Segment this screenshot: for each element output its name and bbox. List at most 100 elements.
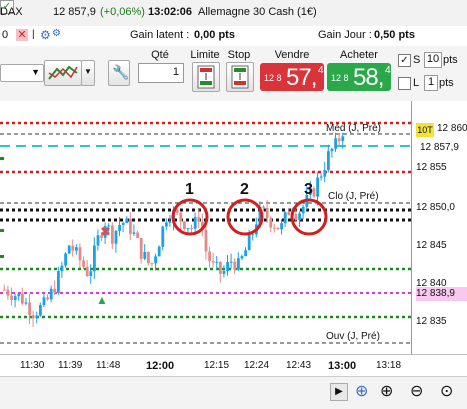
limit-checkbox[interactable] (398, 77, 411, 90)
stop-order-button[interactable] (226, 62, 254, 92)
candle-body (111, 225, 114, 244)
candle-body (211, 261, 215, 263)
candle-body (269, 217, 273, 228)
price-tag-high: 12 860 (437, 123, 467, 134)
candle-body (3, 289, 6, 291)
candle-body (312, 188, 316, 197)
candle-body (283, 212, 287, 224)
candle-body (13, 296, 17, 301)
candle-body (244, 250, 247, 257)
candle-body (294, 214, 298, 221)
qty-input[interactable]: 1 (138, 63, 184, 83)
stop-checkbox[interactable]: ✓ (398, 54, 411, 67)
candle-body (24, 302, 28, 304)
candle-body (247, 234, 251, 251)
candle-body (208, 251, 211, 262)
x-tick: 11:39 (58, 360, 83, 371)
candle-body (57, 271, 60, 293)
stop-label: Stop (227, 49, 251, 61)
candle-body (157, 246, 161, 257)
candle-body (78, 247, 82, 261)
price-axis[interactable]: 10T 12 860 12 857,9 12 855 12 850,0 12 8… (411, 101, 467, 354)
level-marker (0, 255, 4, 258)
settings-gear-small-icon[interactable]: ⚙ (52, 28, 61, 39)
candle-body (28, 302, 31, 316)
candle-body (143, 251, 147, 259)
product-prefix: DAX (0, 6, 23, 18)
candle-body (337, 138, 341, 142)
candle-body (183, 221, 186, 229)
candle-body (6, 289, 10, 296)
candle-body (60, 265, 64, 272)
candle-body (121, 223, 125, 225)
candle-body (319, 176, 323, 178)
sell-button[interactable]: 12 8 57, 4 (260, 63, 324, 91)
candle-body (136, 232, 139, 238)
price-tag-current: 12 857,9 (420, 142, 459, 153)
level-label-ouv: Ouv (J, Pré) (326, 331, 380, 342)
position-value: 0 (2, 29, 9, 41)
candle-body (154, 256, 157, 264)
buy-label: Acheter (340, 49, 378, 61)
candle-body (204, 229, 208, 252)
time-axis[interactable]: 11:30 11:39 11:48 12:00 12:15 12:24 12:4… (0, 354, 467, 377)
level-label-clo: Clo (J, Pré) (328, 191, 379, 202)
candle-body (139, 237, 143, 259)
crosshair-icon[interactable]: ⊕ (355, 381, 368, 401)
wrench-icon: 🔧 (112, 64, 130, 80)
candle-body (71, 245, 75, 251)
limit-distance-input[interactable]: 1 (424, 75, 438, 91)
candle-body (186, 228, 190, 230)
sell-price-main: 57, (286, 64, 317, 91)
timeframe-select[interactable]: ▼ (0, 64, 44, 82)
candle-body (150, 263, 154, 265)
candle-body (316, 177, 319, 197)
limit-order-button[interactable] (192, 62, 220, 92)
sell-price-prefix: 12 8 (264, 73, 282, 83)
candle-body (226, 262, 229, 272)
candle-body (334, 138, 337, 149)
buy-button[interactable]: 12 8 58, 4 (327, 63, 391, 91)
limit-l-label: L (413, 77, 420, 89)
level-label-med: Méd (J, Pré) (326, 123, 381, 134)
candle-body (85, 266, 89, 276)
scroll-right-icon[interactable]: ▶ (330, 383, 348, 401)
candle-body (222, 271, 226, 274)
tools-button[interactable]: 🔧 (108, 60, 130, 86)
instrument-name: Allemagne 30 Cash (1€) (198, 6, 317, 18)
settings-gear-icon[interactable]: ⚙ (40, 28, 51, 42)
candle-body (280, 223, 283, 230)
zoom-out-icon[interactable]: ⊖ (410, 381, 423, 401)
candle-body (46, 297, 49, 300)
stop-distance-input[interactable]: 10 (424, 52, 442, 68)
candle-body (89, 271, 93, 276)
y-tick: 12 850,0 (416, 202, 455, 213)
candle-body (10, 295, 13, 301)
candle-body (147, 251, 150, 264)
zoom-fit-icon[interactable]: ⊙ (440, 381, 453, 401)
candle-body (53, 288, 57, 293)
qty-label: Qté (151, 49, 169, 61)
candle-body (219, 261, 222, 274)
x-tick: 13:00 (328, 360, 357, 372)
candle-body (96, 235, 100, 246)
close-position-icon[interactable]: ✕ (16, 29, 28, 41)
circle-number-1: 1 (185, 181, 194, 198)
zoom-in-icon[interactable]: ⊕ (380, 381, 393, 401)
indicators-button[interactable] (44, 60, 82, 86)
stop-distance-value: 10 (426, 53, 440, 65)
candle-body (114, 230, 118, 244)
y-tick: 12 855 (416, 162, 447, 173)
y-tick: 12 835 (416, 316, 447, 327)
latent-gain-value: 0,00 pts (194, 29, 235, 41)
candle-body (82, 260, 85, 267)
stop-order-icon (231, 65, 249, 89)
price-tag-pink: 12 838,9 (416, 287, 467, 301)
price-chart[interactable]: Méd (J, Pré) Clo (J, Pré) Ouv (J, Pré) ✖ ▲ 1 2… (0, 101, 411, 354)
separator-icon: | (32, 29, 35, 40)
candle-body (273, 227, 276, 229)
candle-body (193, 217, 197, 229)
stop-s-label: S (413, 54, 421, 66)
candle-body (240, 256, 244, 259)
indicators-dropdown[interactable]: ▼ (81, 60, 95, 86)
